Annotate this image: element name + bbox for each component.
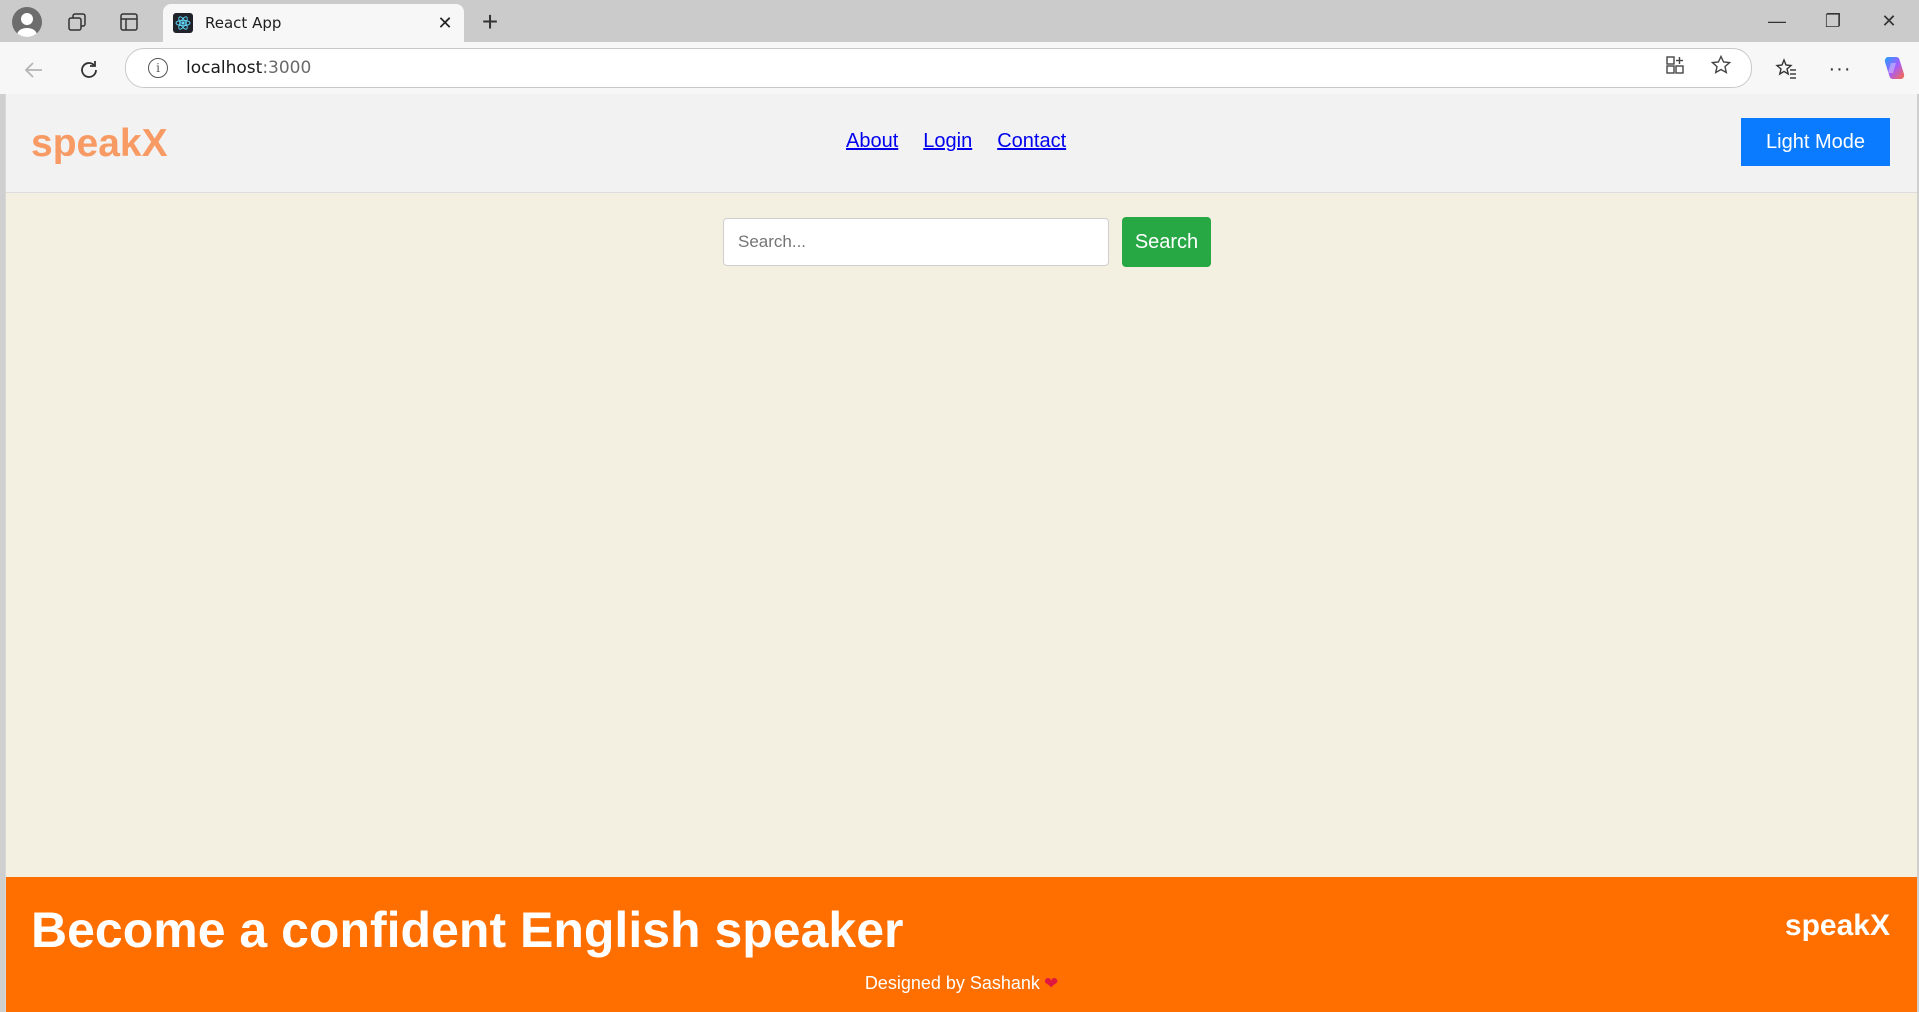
credit-text: Designed by Sashank xyxy=(864,973,1040,993)
brand-logo[interactable]: speakX xyxy=(31,122,168,166)
more-icon[interactable]: ··· xyxy=(1822,51,1858,87)
url-text[interactable]: localhost:3000 xyxy=(186,58,311,78)
close-window-icon[interactable]: ✕ xyxy=(1861,0,1917,42)
nav-link-about[interactable]: About xyxy=(846,130,898,153)
address-bar[interactable]: i localhost:3000 xyxy=(125,48,1752,88)
navbar: speakX About Login Contact Light Mode xyxy=(6,94,1917,193)
heart-icon: ❤ xyxy=(1043,974,1059,993)
tab-title: React App xyxy=(205,14,282,32)
footer-credit: Designed by Sashank ❤ xyxy=(6,973,1917,994)
search-bar: Search xyxy=(723,217,1211,267)
workspaces-icon[interactable] xyxy=(60,5,94,39)
favorites-icon[interactable] xyxy=(1768,51,1804,87)
back-arrow-icon[interactable] xyxy=(16,52,52,88)
react-favicon xyxy=(173,13,193,33)
nav-link-login[interactable]: Login xyxy=(923,130,972,153)
footer-brand: speakX xyxy=(1784,909,1890,942)
search-input[interactable] xyxy=(723,218,1109,266)
browser-tab-bar: React App ✕ + — ❐ ✕ xyxy=(0,0,1919,42)
footer: Become a confident English speaker speak… xyxy=(6,877,1917,1012)
footer-tagline: Become a confident English speaker xyxy=(31,902,904,958)
info-icon[interactable]: i xyxy=(148,58,168,78)
page-viewport: speakX About Login Contact Light Mode Se… xyxy=(5,94,1917,1012)
light-mode-button[interactable]: Light Mode xyxy=(1741,118,1890,166)
favorite-star-icon[interactable] xyxy=(1710,54,1732,81)
refresh-icon[interactable] xyxy=(71,52,107,88)
new-tab-button[interactable]: + xyxy=(474,6,506,38)
search-button[interactable]: Search xyxy=(1122,217,1211,267)
tab-close-icon[interactable]: ✕ xyxy=(434,13,456,34)
nav-links: About Login Contact xyxy=(846,130,1066,153)
tab-actions-icon[interactable] xyxy=(112,5,146,39)
restore-icon[interactable]: ❐ xyxy=(1805,0,1861,42)
app-available-icon[interactable] xyxy=(1665,55,1685,81)
minimize-icon[interactable]: — xyxy=(1749,0,1805,42)
copilot-icon[interactable] xyxy=(1875,50,1911,86)
browser-tab[interactable]: React App ✕ xyxy=(163,4,464,42)
profile-icon[interactable] xyxy=(10,5,44,39)
nav-link-contact[interactable]: Contact xyxy=(997,130,1066,153)
